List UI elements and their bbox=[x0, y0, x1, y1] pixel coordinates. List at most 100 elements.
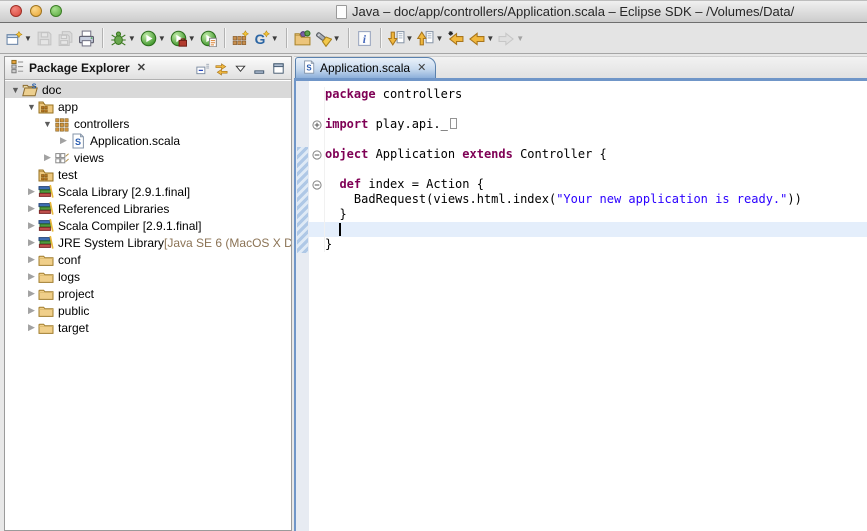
package-folder-icon bbox=[38, 99, 54, 115]
run-scala-application-button[interactable] bbox=[198, 25, 219, 51]
tree-item-target[interactable]: ▶target bbox=[5, 319, 291, 336]
tree-item-controllers[interactable]: ▼ controllers bbox=[5, 115, 291, 132]
search-button[interactable]: ▼ bbox=[313, 25, 343, 51]
view-menu-button[interactable] bbox=[233, 61, 248, 76]
dropdown-arrow-icon[interactable]: ▼ bbox=[435, 34, 443, 43]
tree-item-application-scala[interactable]: ▶SApplication.scala bbox=[5, 132, 291, 149]
collapse-all-button[interactable] bbox=[195, 61, 210, 76]
package-folder-icon bbox=[38, 167, 54, 183]
folded-region-box[interactable] bbox=[450, 118, 457, 129]
close-tab-icon[interactable]: ✕ bbox=[417, 63, 426, 74]
save-button[interactable] bbox=[34, 25, 55, 51]
expand-arrow-icon[interactable]: ▶ bbox=[25, 271, 38, 282]
tree-item-label: Scala Library [2.9.1.final] bbox=[58, 185, 190, 199]
fold-expand-icon[interactable] bbox=[309, 117, 325, 132]
tree-item-doc[interactable]: ▼Sdoc bbox=[5, 81, 291, 98]
tree-item-public[interactable]: ▶public bbox=[5, 302, 291, 319]
tree-item-referenced-libraries[interactable]: ▶Referenced Libraries bbox=[5, 200, 291, 217]
tree-item-project[interactable]: ▶project bbox=[5, 285, 291, 302]
next-annotation-button[interactable]: ▼ bbox=[386, 25, 416, 51]
run-button[interactable]: ▼ bbox=[138, 25, 168, 51]
dropdown-arrow-icon[interactable]: ▼ bbox=[271, 34, 279, 43]
tree-item-label: controllers bbox=[74, 117, 129, 131]
tree-item-views[interactable]: ▶views bbox=[5, 149, 291, 166]
open-task-button[interactable] bbox=[292, 25, 313, 51]
expand-arrow-icon[interactable]: ▶ bbox=[25, 254, 38, 265]
collapse-arrow-icon[interactable]: ▼ bbox=[41, 119, 54, 129]
fold-margin bbox=[309, 162, 325, 177]
tree-item-label: conf bbox=[58, 253, 81, 267]
minimize-button[interactable] bbox=[252, 61, 267, 76]
code-editor[interactable]: package controllers import play.api._obje… bbox=[309, 81, 867, 531]
run-external-tools-button[interactable]: ▼ bbox=[168, 25, 198, 51]
expand-arrow-icon[interactable]: ▶ bbox=[57, 135, 70, 146]
link-with-editor-button[interactable] bbox=[214, 61, 229, 76]
collapse-arrow-icon[interactable]: ▼ bbox=[9, 85, 22, 95]
toolbar-separator bbox=[224, 28, 225, 48]
tree-item-app[interactable]: ▼app bbox=[5, 98, 291, 115]
save-all-icon bbox=[57, 30, 74, 47]
back-button[interactable]: ▼ bbox=[466, 25, 496, 51]
fold-collapse-icon[interactable] bbox=[309, 177, 325, 192]
new-type-button[interactable]: G▼ bbox=[251, 25, 281, 51]
tree-item-jre-system-library[interactable]: ▶JRE System Library [Java SE 6 (MacOS X … bbox=[5, 234, 291, 251]
dropdown-arrow-icon[interactable]: ▼ bbox=[516, 34, 524, 43]
code-line[interactable]: import play.api._ bbox=[309, 117, 867, 132]
forward-button[interactable]: ▼ bbox=[496, 25, 526, 51]
code-line[interactable]: def index = Action { bbox=[309, 177, 867, 192]
expand-arrow-icon[interactable]: ▶ bbox=[41, 152, 54, 163]
expand-arrow-icon[interactable]: ▶ bbox=[25, 220, 38, 231]
tree-item-label: logs bbox=[58, 270, 80, 284]
tree-item-scala-library-2-9-1-final[interactable]: ▶ Scala Library [2.9.1.final] bbox=[5, 183, 291, 200]
code-line[interactable]: object Application extends Controller { bbox=[309, 147, 867, 162]
code-line[interactable]: } bbox=[309, 207, 867, 222]
expand-arrow-icon[interactable]: ▶ bbox=[25, 186, 38, 197]
code-line[interactable] bbox=[309, 132, 867, 147]
expand-arrow-icon[interactable]: ▶ bbox=[25, 305, 38, 316]
print-button[interactable] bbox=[76, 25, 97, 51]
tab-application-scala[interactable]: S Application.scala ✕ bbox=[295, 57, 436, 78]
tree-item-test[interactable]: test bbox=[5, 166, 291, 183]
fold-margin bbox=[309, 207, 325, 222]
code-line[interactable]: package controllers bbox=[309, 87, 867, 102]
titlebar[interactable]: Java – doc/app/controllers/Application.s… bbox=[0, 1, 867, 23]
code-line[interactable] bbox=[309, 102, 867, 117]
tree-item-scala-compiler-2-9-1-final[interactable]: ▶Scala Compiler [2.9.1.final] bbox=[5, 217, 291, 234]
tree-item-conf[interactable]: ▶ conf bbox=[5, 251, 291, 268]
minimize-window-button[interactable] bbox=[30, 5, 42, 17]
expand-arrow-icon[interactable]: ▶ bbox=[25, 288, 38, 299]
annotation-ruler[interactable] bbox=[296, 81, 309, 531]
dropdown-arrow-icon[interactable]: ▼ bbox=[188, 34, 196, 43]
close-window-button[interactable] bbox=[10, 5, 22, 17]
new-package-button[interactable] bbox=[230, 25, 251, 51]
code-line[interactable]: BadRequest(views.html.index("Your new ap… bbox=[309, 192, 867, 207]
dropdown-arrow-icon[interactable]: ▼ bbox=[486, 34, 494, 43]
expand-arrow-icon[interactable]: ▶ bbox=[25, 237, 38, 248]
expand-arrow-icon[interactable]: ▶ bbox=[25, 203, 38, 214]
fold-collapse-icon[interactable] bbox=[309, 147, 325, 162]
last-edit-location-button[interactable] bbox=[445, 25, 466, 51]
zoom-window-button[interactable] bbox=[50, 5, 62, 17]
tab-package-explorer[interactable]: Package Explorer ✕ bbox=[10, 59, 146, 77]
dropdown-arrow-icon[interactable]: ▼ bbox=[24, 34, 32, 43]
maximize-button[interactable] bbox=[271, 61, 286, 76]
dropdown-arrow-icon[interactable]: ▼ bbox=[333, 34, 341, 43]
debug-button[interactable]: ▼ bbox=[108, 25, 138, 51]
dropdown-arrow-icon[interactable]: ▼ bbox=[158, 34, 166, 43]
code-line[interactable] bbox=[309, 162, 867, 177]
show-source-info-button[interactable]: i bbox=[354, 25, 375, 51]
document-proxy-icon bbox=[336, 5, 347, 19]
new-wizard-button[interactable]: ▼ bbox=[4, 25, 34, 51]
editor-area: S Application.scala ✕ package controller… bbox=[294, 56, 867, 531]
dropdown-arrow-icon[interactable]: ▼ bbox=[406, 34, 414, 43]
code-line[interactable] bbox=[309, 222, 867, 237]
previous-annotation-button[interactable]: ▼ bbox=[415, 25, 445, 51]
tree-item-logs[interactable]: ▶ logs bbox=[5, 268, 291, 285]
save-all-button[interactable] bbox=[55, 25, 76, 51]
close-view-icon[interactable]: ✕ bbox=[137, 63, 146, 74]
toolbar-separator bbox=[102, 28, 103, 48]
dropdown-arrow-icon[interactable]: ▼ bbox=[128, 34, 136, 43]
collapse-arrow-icon[interactable]: ▼ bbox=[25, 102, 38, 112]
expand-arrow-icon[interactable]: ▶ bbox=[25, 322, 38, 333]
code-line[interactable]: } bbox=[309, 237, 867, 252]
